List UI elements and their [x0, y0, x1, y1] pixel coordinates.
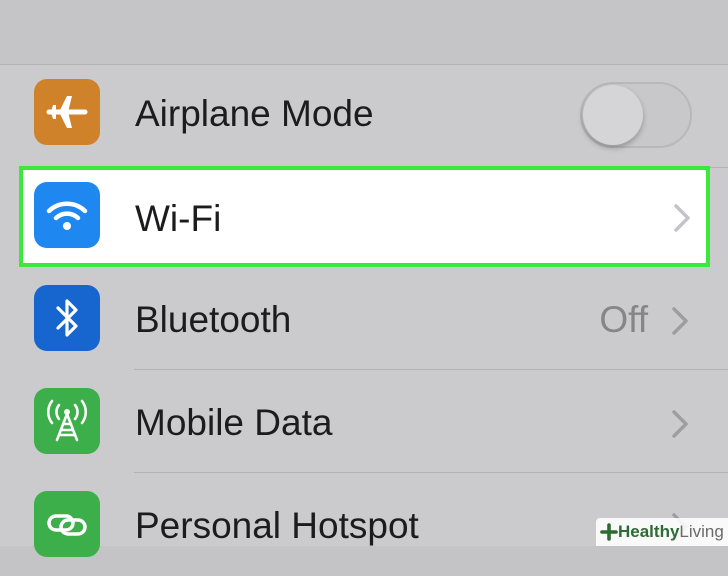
mobile-data-label: Mobile Data [135, 402, 333, 443]
top-bar [0, 0, 728, 65]
watermark-bold-text: Healthy [618, 522, 680, 541]
settings-row-wifi[interactable]: Wi-Fi [19, 166, 710, 267]
hotspot-link-icon [34, 491, 100, 557]
cellular-antenna-icon [34, 388, 100, 454]
settings-list: Airplane Mode Wi-Fi Bluetooth Off Mobile… [0, 65, 728, 557]
personal-hotspot-label: Personal Hotspot [135, 505, 419, 546]
wifi-label: Wi-Fi [135, 198, 222, 239]
airplane-mode-label: Airplane Mode [135, 93, 374, 134]
bluetooth-status: Off [599, 299, 648, 340]
toggle-knob [583, 85, 643, 145]
watermark-light-text: Living [679, 522, 724, 541]
chevron-right-icon [672, 410, 688, 438]
plus-leaf-icon [600, 523, 618, 541]
bluetooth-label: Bluetooth [135, 299, 292, 340]
chevron-right-icon [672, 307, 688, 335]
settings-row-airplane-mode: Airplane Mode [0, 65, 728, 168]
airplane-mode-toggle[interactable] [580, 82, 692, 148]
bluetooth-icon [34, 285, 100, 351]
chevron-right-icon [674, 204, 690, 232]
settings-row-bluetooth[interactable]: Bluetooth Off [0, 267, 728, 370]
airplane-icon [34, 79, 100, 145]
wifi-icon [34, 182, 100, 248]
watermark-logo: Healthy Living [596, 518, 728, 546]
settings-row-mobile-data[interactable]: Mobile Data [0, 370, 728, 473]
